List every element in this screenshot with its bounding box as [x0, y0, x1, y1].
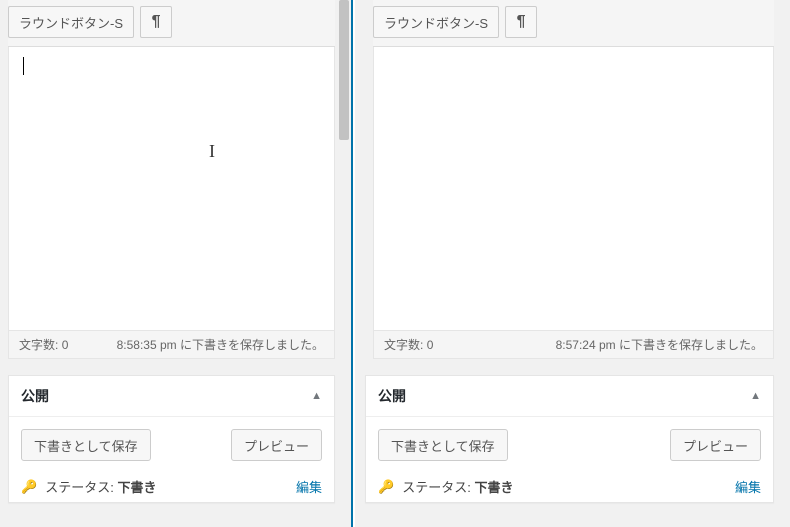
- status-value: 下書き: [474, 480, 513, 495]
- autosave-status: 8:58:35 pm に下書きを保存しました。: [117, 336, 324, 353]
- autosave-time: 8:57:24 pm: [556, 338, 616, 352]
- status-label: ステータス:: [45, 480, 114, 495]
- status-value: 下書き: [117, 480, 156, 495]
- key-icon: 🔑: [378, 479, 394, 495]
- autosave-suffix: に下書きを保存しました。: [177, 338, 324, 352]
- autosave-time: 8:58:35 pm: [117, 338, 177, 352]
- round-button-s[interactable]: ラウンドボタン-S: [373, 6, 499, 38]
- metabox-toggle-icon[interactable]: ▲: [311, 390, 322, 402]
- publish-heading: 公開: [378, 386, 406, 406]
- publish-metabox-header[interactable]: 公開 ▲: [366, 376, 773, 417]
- publish-metabox: 公開 ▲ 下書きとして保存 プレビュー 🔑 ステータス: 下書き: [365, 375, 774, 503]
- editor-toolbar: ラウンドボタン-S ¶: [373, 0, 774, 47]
- key-icon: 🔑: [21, 479, 37, 495]
- publish-metabox-body: 下書きとして保存 プレビュー 🔑 ステータス: 下書き 編集: [366, 417, 773, 502]
- pane-left: ラウンドボタン-S ¶ I 文字数: 0 8:58:35 pm に下書きを保存し…: [0, 0, 351, 527]
- preview-button[interactable]: プレビュー: [670, 429, 761, 461]
- pane-right: ラウンドボタン-S ¶ 文字数: 0 8:57:24 pm に下書きを保存しまし…: [355, 0, 790, 527]
- publish-metabox: 公開 ▲ 下書きとして保存 プレビュー 🔑 ステータス: 下書き: [8, 375, 335, 503]
- save-draft-button[interactable]: 下書きとして保存: [21, 429, 151, 461]
- editor-toolbar-wrap: ラウンドボタン-S ¶ 文字数: 0 8:57:24 pm に下書きを保存しまし…: [365, 0, 774, 359]
- editor-body[interactable]: [373, 47, 774, 331]
- metabox-toggle-icon[interactable]: ▲: [750, 390, 761, 402]
- autosave-suffix: に下書きを保存しました。: [616, 338, 763, 352]
- wordcount-label: 文字数:: [19, 338, 58, 352]
- pilcrow-button[interactable]: ¶: [505, 6, 537, 38]
- wordcount-label: 文字数:: [384, 338, 423, 352]
- editor-statusbar: 文字数: 0 8:57:24 pm に下書きを保存しました。: [373, 331, 774, 359]
- editor-content[interactable]: [374, 47, 773, 67]
- status-line: 🔑 ステータス: 下書き 編集: [378, 477, 761, 496]
- scrollbar[interactable]: [776, 0, 790, 527]
- mouse-cursor-ibeam: I: [209, 141, 215, 162]
- save-draft-button[interactable]: 下書きとして保存: [378, 429, 508, 461]
- scrollbar-thumb[interactable]: [339, 0, 349, 140]
- wordcount-value: 0: [427, 338, 434, 352]
- status-line: 🔑 ステータス: 下書き 編集: [21, 477, 322, 496]
- editor-content[interactable]: [9, 47, 334, 85]
- wordcount: 文字数: 0: [384, 336, 433, 353]
- editor-toolbar-wrap: ラウンドボタン-S ¶ I 文字数: 0 8:58:35 pm に下書きを保存し…: [0, 0, 335, 359]
- publish-metabox-body: 下書きとして保存 プレビュー 🔑 ステータス: 下書き 編集: [9, 417, 334, 502]
- preview-button[interactable]: プレビュー: [231, 429, 322, 461]
- publish-metabox-header[interactable]: 公開 ▲: [9, 376, 334, 417]
- status-edit-link[interactable]: 編集: [296, 477, 322, 496]
- editor-toolbar: ラウンドボタン-S ¶: [8, 0, 335, 47]
- pilcrow-button[interactable]: ¶: [140, 6, 172, 38]
- editor-statusbar: 文字数: 0 8:58:35 pm に下書きを保存しました。: [8, 331, 335, 359]
- editor-body[interactable]: I: [8, 47, 335, 331]
- autosave-status: 8:57:24 pm に下書きを保存しました。: [556, 336, 763, 353]
- wordcount-value: 0: [62, 338, 69, 352]
- wordcount: 文字数: 0: [19, 336, 68, 353]
- text-caret: [23, 57, 24, 75]
- status-edit-link[interactable]: 編集: [735, 477, 761, 496]
- status-label: ステータス:: [402, 480, 471, 495]
- round-button-s[interactable]: ラウンドボタン-S: [8, 6, 134, 38]
- pilcrow-icon: ¶: [517, 13, 526, 31]
- pilcrow-icon: ¶: [152, 13, 161, 31]
- publish-heading: 公開: [21, 386, 49, 406]
- scrollbar[interactable]: [337, 0, 351, 172]
